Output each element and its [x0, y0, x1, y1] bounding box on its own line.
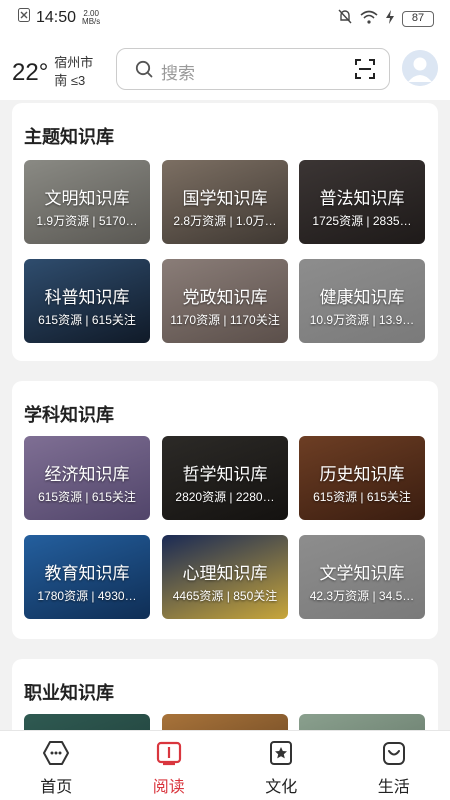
section-career-library: 职业知识库 [12, 659, 438, 730]
bottom-nav: 首页 阅读 文化 生活 [0, 730, 450, 800]
nav-label: 首页 [40, 779, 73, 796]
card-stats: 615资源 | 615关注 [38, 313, 136, 327]
weather-widget[interactable]: 22° 宿州市 南 ≤3 [12, 54, 93, 92]
card-stats: 1780资源 | 4930… [37, 589, 137, 603]
library-card[interactable]: 心理知识库 4465资源 | 850关注 [162, 535, 288, 619]
nav-tab-culture[interactable]: 文化 [225, 731, 338, 800]
scan-icon[interactable] [355, 59, 375, 84]
card-stats: 1725资源 | 2835… [312, 214, 412, 228]
battery-indicator: 87 [402, 11, 434, 27]
section-title: 主题知识库 [24, 127, 114, 147]
clock: 14:50 [36, 8, 77, 26]
top-header: 22° 宿州市 南 ≤3 搜索 [0, 36, 450, 100]
card-title: 国学知识库 [182, 189, 268, 208]
library-card[interactable]: 科普知识库 615资源 | 615关注 [24, 259, 150, 343]
nav-tab-home[interactable]: 首页 [0, 731, 113, 800]
wifi-icon [360, 10, 378, 29]
library-card[interactable]: 历史知识库 615资源 | 615关注 [299, 436, 425, 520]
card-title: 党政知识库 [182, 288, 268, 307]
card-title: 历史知识库 [319, 465, 405, 484]
content-area[interactable]: 主题知识库 文明知识库 1.9万资源 | 5170… 国学知识库 2.8万资源 … [0, 100, 450, 730]
nav-label: 阅读 [152, 779, 185, 796]
library-card[interactable] [162, 714, 288, 730]
home-icon [42, 739, 70, 772]
nav-label: 生活 [377, 779, 410, 796]
card-stats: 615资源 | 615关注 [313, 490, 411, 504]
card-title: 科普知识库 [44, 288, 130, 307]
status-bar: 14:50 2.00 MB/s 87 [0, 0, 450, 36]
card-stats: 1170资源 | 1170关注 [170, 313, 280, 327]
card-stats: 10.9万资源 | 13.9… [309, 313, 415, 327]
card-stats: 2.8万资源 | 1.0万… [173, 214, 277, 228]
card-title: 文明知识库 [44, 189, 130, 208]
wind-info: 南 ≤3 [54, 73, 86, 88]
star-icon [267, 739, 295, 772]
nav-label: 文化 [265, 779, 298, 796]
section-title: 职业知识库 [24, 683, 114, 703]
card-title: 哲学知识库 [182, 465, 268, 484]
nav-tab-read[interactable]: 阅读 [113, 731, 226, 800]
card-title: 教育知识库 [44, 564, 130, 583]
library-card[interactable]: 文学知识库 42.3万资源 | 34.5… [299, 535, 425, 619]
card-title: 经济知识库 [44, 465, 130, 484]
smile-bag-icon [380, 739, 408, 772]
search-bar[interactable]: 搜索 [116, 48, 390, 90]
library-card[interactable]: 普法知识库 1725资源 | 2835… [299, 160, 425, 244]
library-card[interactable]: 党政知识库 1170资源 | 1170关注 [162, 259, 288, 343]
library-card[interactable] [299, 714, 425, 730]
card-title: 心理知识库 [182, 564, 268, 583]
section-theme-library: 主题知识库 文明知识库 1.9万资源 | 5170… 国学知识库 2.8万资源 … [12, 103, 438, 361]
card-title: 文学知识库 [319, 564, 405, 583]
network-speed-unit: MB/s [82, 16, 101, 26]
section-subject-library: 学科知识库 经济知识库 615资源 | 615关注 哲学知识库 2820资源 |… [12, 381, 438, 639]
library-card[interactable]: 经济知识库 615资源 | 615关注 [24, 436, 150, 520]
card-stats: 1.9万资源 | 5170… [36, 214, 138, 228]
section-title: 学科知识库 [24, 405, 114, 425]
library-card[interactable]: 健康知识库 10.9万资源 | 13.9… [299, 259, 425, 343]
library-card[interactable]: 哲学知识库 2820资源 | 2280… [162, 436, 288, 520]
notification-close-icon [18, 8, 30, 27]
card-stats: 4465资源 | 850关注 [172, 589, 278, 603]
mute-bell-icon [338, 9, 352, 29]
library-card[interactable]: 国学知识库 2.8万资源 | 1.0万… [162, 160, 288, 244]
library-card[interactable]: 文明知识库 1.9万资源 | 5170… [24, 160, 150, 244]
book-icon [155, 739, 183, 772]
charging-icon [386, 9, 394, 29]
avatar[interactable] [402, 50, 438, 86]
card-stats: 2820资源 | 2280… [175, 490, 275, 504]
nav-tab-life[interactable]: 生活 [338, 731, 450, 800]
search-icon [135, 60, 153, 83]
library-card[interactable] [24, 714, 150, 730]
card-title: 健康知识库 [319, 288, 405, 307]
temperature: 22° [12, 59, 49, 86]
library-card[interactable]: 教育知识库 1780资源 | 4930… [24, 535, 150, 619]
network-speed: 2.00 MB/s [82, 9, 101, 26]
card-stats: 42.3万资源 | 34.5… [309, 589, 415, 603]
card-stats: 615资源 | 615关注 [38, 490, 136, 504]
search-placeholder: 搜索 [161, 64, 195, 83]
city-name: 宿州市 [54, 55, 94, 70]
card-title: 普法知识库 [319, 189, 405, 208]
